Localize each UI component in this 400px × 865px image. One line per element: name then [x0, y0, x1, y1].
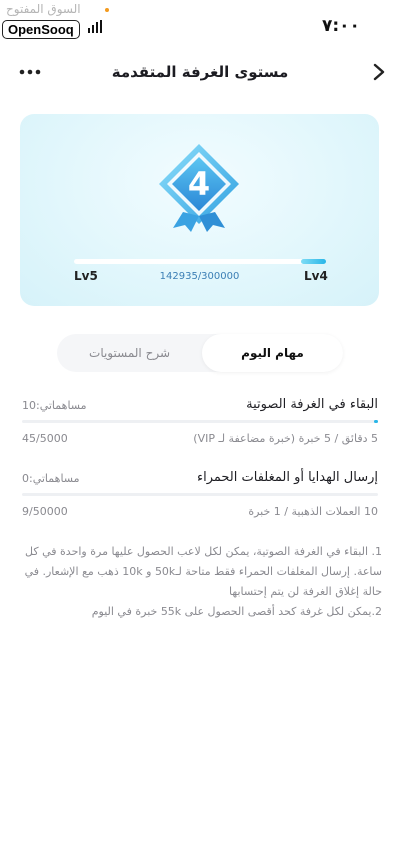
level-progress-fill — [300, 259, 326, 264]
level-badge-number: 4 — [188, 165, 210, 203]
notification-dot — [105, 8, 109, 12]
task-description: 10 العملات الذهبية / 1 خبرة — [248, 505, 378, 518]
current-level-label: Lv4 — [304, 269, 328, 283]
tab-daily-tasks[interactable]: مهام اليوم — [202, 334, 343, 372]
level-card: 4 Lv5 142935/300000 Lv4 — [20, 114, 379, 306]
watermark: السوق المفتوح — [6, 2, 81, 16]
tab-bar: شرح المستويات مهام اليوم — [57, 334, 343, 372]
task-progress-fill — [373, 420, 378, 423]
tab-level-explanation[interactable]: شرح المستويات — [57, 334, 202, 372]
task-progress-value: 45/5000 — [22, 432, 68, 445]
page-title: مستوى الغرفة المتقدمة — [111, 63, 289, 81]
task-progress-value: 9/50000 — [22, 505, 68, 518]
task-title: إرسال الهدايا أو المغلفات الحمراء — [196, 470, 378, 485]
task-progress-bar — [22, 493, 378, 496]
rule-note-2: 2.يمكن لكل غرفة كحد أقصى الحصول على 55k … — [91, 605, 382, 618]
task-contribution: مساهماتي:10 — [22, 399, 87, 412]
status-time: ٧:٠٠ — [322, 16, 360, 36]
task-description: 5 دقائق / 5 خبرة (خبرة مضاعفة لـ VIP) — [193, 432, 378, 445]
back-button[interactable] — [368, 60, 390, 84]
rules-notes: 1. البقاء في الغرفة الصوتية، يمكن لكل لا… — [22, 542, 382, 622]
signal-icon — [88, 20, 102, 33]
task-progress-bar — [22, 420, 378, 423]
status-bar: السوق المفتوح OpenSooq ٧:٠٠ — [0, 0, 400, 50]
header: مستوى الغرفة المتقدمة — [0, 52, 400, 92]
level-badge-icon: 4 — [159, 144, 239, 232]
chevron-right-icon — [373, 63, 385, 81]
opensooq-logo: OpenSooq — [2, 20, 80, 39]
rule-note-1: 1. البقاء في الغرفة الصوتية، يمكن لكل لا… — [24, 545, 382, 598]
task-contribution: مساهماتي:0 — [22, 472, 80, 485]
task-title: البقاء في الغرفة الصوتية — [246, 397, 378, 412]
level-progress-bar — [74, 259, 326, 264]
